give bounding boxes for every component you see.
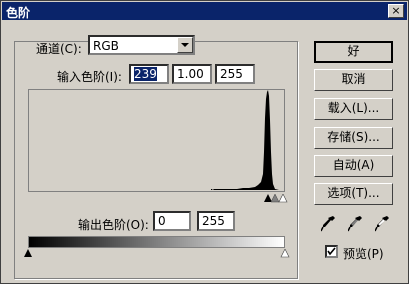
output-gradient-bar [28,236,285,248]
input-black-slider [264,194,272,202]
input-gamma-field[interactable]: 1.00 [172,64,212,84]
gray-eyedropper-icon[interactable] [348,215,362,233]
output-levels-label: 输出色阶(O): [78,218,149,232]
channel-label: 通道(C): [36,42,82,56]
output-black-slider [24,249,32,257]
levels-dialog: 色阶 × 通道(C): RGB 输入色阶(I): 239 1.00 255 输出… [0,0,409,284]
title-bar[interactable]: 色阶 × [2,2,407,20]
options-button[interactable]: 选项(T)... [314,183,393,205]
input-white-slider [278,194,288,203]
black-eyedropper-icon[interactable] [321,215,335,233]
close-button[interactable]: × [388,4,404,18]
auto-button[interactable]: 自动(A) [314,155,393,177]
output-black-value: 0 [158,214,166,228]
input-black-field[interactable]: 239 [129,64,169,84]
window-title: 色阶 [6,6,31,20]
output-slider-handles[interactable] [23,249,291,258]
output-black-field[interactable]: 0 [153,211,191,231]
channel-value: RGB [93,39,119,53]
load-button[interactable]: 载入(L)... [314,98,393,120]
input-white-value: 255 [220,67,243,81]
input-black-value: 239 [134,67,157,81]
input-levels-label: 输入色阶(I): [57,70,122,84]
input-gamma-slider [270,194,280,203]
white-eyedropper-icon[interactable] [375,215,389,233]
input-white-field[interactable]: 255 [215,64,255,84]
save-button[interactable]: 存储(S)... [314,127,393,149]
checkmark-icon [327,247,336,256]
chevron-down-icon[interactable] [177,37,193,53]
input-slider-handles[interactable] [263,194,291,203]
histogram-graph [211,90,279,190]
channel-select[interactable]: RGB [88,35,195,55]
preview-label[interactable]: 预览(P) [343,245,384,262]
cancel-button[interactable]: 取消 [314,69,393,91]
input-gamma-value: 1.00 [177,67,204,81]
output-white-field[interactable]: 255 [197,211,235,231]
ok-button[interactable]: 好 [314,41,393,63]
preview-checkbox[interactable] [325,245,338,258]
output-white-slider [280,249,290,258]
output-white-value: 255 [202,214,225,228]
histogram [28,89,285,192]
